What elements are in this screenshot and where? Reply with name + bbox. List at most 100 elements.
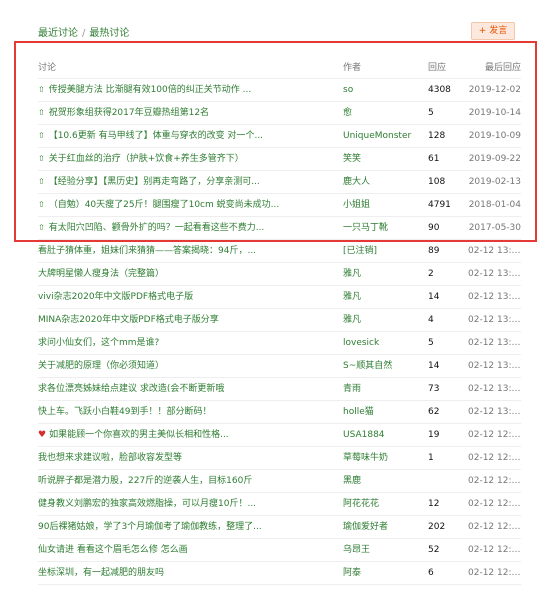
topic-title-cell: ⇧ 祝贺形象组获得2017年豆瓣热组第12名 <box>38 102 334 124</box>
tab-hot-discussions[interactable]: 最热讨论 <box>89 28 129 39</box>
topic-link[interactable]: 听说胖子都是潜力股，227斤的逆袭人生，目标160斤 <box>38 476 252 486</box>
last-reply-time: 02-12 13:01 <box>468 407 521 417</box>
pin-icon: ⇧ <box>38 131 45 140</box>
column-header-last-reply: 最后回应 <box>484 63 521 73</box>
topic-link[interactable]: 快上车。飞跃小白鞋49到手！！部分断码！ <box>38 407 211 417</box>
topic-title-cell: ⇧ 有太阳穴凹陷、颧骨外扩的吗？一起看看这些不费力... <box>38 217 334 239</box>
topic-link[interactable]: 大牌明星懒人瘦身法（完整篇） <box>38 269 164 279</box>
author-link[interactable]: 草莓味牛奶 <box>343 447 423 469</box>
topic-link[interactable]: 看肚子猜体重，姐妹们来猜猜——答案揭晓：94斤，... <box>38 246 256 256</box>
topic-link[interactable]: 求各位漂亮姊妹给点建议 求改造(会不断更新哦 <box>38 384 224 394</box>
topic-link[interactable]: 健身教义刘鹏宏的独家高效燃脂操，可以月瘦10斤！... <box>38 499 256 509</box>
table-row: 坐标深圳，有一起减肥的朋友吗 阿泰 6 02-12 12:25 <box>38 562 521 585</box>
author-link[interactable]: [已注销] <box>343 240 423 262</box>
author-link[interactable]: lovesick <box>343 332 423 354</box>
pin-icon: ⇧ <box>38 177 45 186</box>
author-link[interactable]: 一只马丁靴 <box>343 217 423 239</box>
reply-count: 90 <box>428 223 440 233</box>
author-link[interactable]: 阿泰 <box>343 562 423 584</box>
table-row: 求问小仙女们，这个mm是谁? lovesick 5 02-12 13:34 <box>38 332 521 355</box>
last-reply-time: 02-12 12:32 <box>468 522 521 532</box>
topic-link[interactable]: 关于红血丝的治疗（护肤+饮食+养生多管齐下） <box>49 154 244 164</box>
topic-link[interactable]: 坐标深圳，有一起减肥的朋友吗 <box>38 568 164 578</box>
author-link[interactable]: 笑笑 <box>343 148 423 170</box>
topic-link[interactable]: MINA杂志2020年中文版PDF格式电子版分享 <box>38 315 219 325</box>
topic-title-cell: 看肚子猜体重，姐妹们来猜猜——答案揭晓：94斤，... <box>38 240 334 262</box>
topic-link[interactable]: 【经验分享】【黑历史】别再走弯路了，分享亲测可... <box>49 177 260 187</box>
last-reply-time: 2019-12-02 <box>468 85 521 95</box>
author-link[interactable]: 雅凡 <box>343 309 423 331</box>
topic-link[interactable]: 仙女请进 看看这个眉毛怎么修 怎么画 <box>38 545 188 555</box>
pin-icon: ⇧ <box>38 154 45 163</box>
author-link[interactable]: 阿花花花 <box>343 493 423 515</box>
last-reply-time: 02-12 12:25 <box>468 568 521 578</box>
last-reply-time: 02-12 13:11 <box>468 361 521 371</box>
topic-link[interactable]: 如果能顾一个你喜欢的男主美似长相和性格... <box>49 430 229 440</box>
author-link[interactable]: S~顺其自然 <box>343 355 423 377</box>
topic-link[interactable]: 祝贺形象组获得2017年豆瓣热组第12名 <box>49 108 209 118</box>
last-reply-time: 2019-02-13 <box>468 177 521 187</box>
author-link[interactable]: 青雨 <box>343 378 423 400</box>
pinned-table-row: ⇧ 传授美腿方法 比渐腿有效100倍的纠正关节动作 ... so 4308 2019-1… <box>38 79 521 102</box>
pin-icon: ⇧ <box>38 85 45 94</box>
reply-count: 4791 <box>428 200 451 210</box>
table-row: 大牌明星懒人瘦身法（完整篇） 雅凡 2 02-12 13:39 <box>38 263 521 286</box>
table-row: ♥ 如果能顾一个你喜欢的男主美似长相和性格... USA1884 19 02-12 12… <box>38 424 521 447</box>
table-row: 关于减肥的原理（你必须知道） S~顺其自然 14 02-12 13:11 <box>38 355 521 378</box>
reply-count: 89 <box>428 246 440 256</box>
pinned-table-row: ⇧ 有太阳穴凹陷、颧骨外扩的吗？一起看看这些不费力... 一只马丁靴 90 2017-0… <box>38 217 521 240</box>
author-link[interactable]: 瑜伽爱好者 <box>343 516 423 538</box>
last-reply-time: 02-12 13:04 <box>468 384 521 394</box>
last-reply-time: 02-12 13:34 <box>468 338 521 348</box>
table-row: 听说胖子都是潜力股，227斤的逆袭人生，目标160斤 黑鹿 02-12 12:35 <box>38 470 521 493</box>
tab-recent-discussions[interactable]: 最近讨论 <box>38 28 78 39</box>
last-reply-time: 02-12 12:38 <box>468 453 521 463</box>
table-row: 90后裸猪姑娘，学了3个月瑜伽考了瑜伽教练，整理了... 瑜伽爱好者 202 02-1… <box>38 516 521 539</box>
column-header-topic: 讨论 <box>38 63 57 73</box>
pinned-table-row: ⇧ 祝贺形象组获得2017年豆瓣热组第12名 愈 5 2019-10-14 <box>38 102 521 125</box>
topic-title-cell: 求各位漂亮姊妹给点建议 求改造(会不断更新哦 <box>38 378 334 400</box>
topic-title-cell: 坐标深圳，有一起减肥的朋友吗 <box>38 562 334 584</box>
topic-link[interactable]: 【10.6更新 有马甲线了】体重与穿衣的改变 对一个... <box>49 131 263 141</box>
author-link[interactable]: holle猫 <box>343 401 423 423</box>
reply-count: 6 <box>428 568 434 578</box>
post-button[interactable]: + 发言 <box>471 22 515 40</box>
topic-title-cell: 关于减肥的原理（你必须知道） <box>38 355 334 377</box>
pin-icon: ⇧ <box>38 108 45 117</box>
topic-link[interactable]: （自勉）40天瘦了25斤！腿围瘦了10cm 蜕变尚未成功... <box>49 200 280 210</box>
author-link[interactable]: 小姐姐 <box>343 194 423 216</box>
author-link[interactable]: USA1884 <box>343 424 423 446</box>
discussion-header: 最近讨论 / 最热讨论 + 发言 <box>38 22 515 40</box>
reply-count: 14 <box>428 361 440 371</box>
topic-title-cell: ⇧ 【10.6更新 有马甲线了】体重与穿衣的改变 对一个... <box>38 125 334 147</box>
topic-title-cell: 快上车。飞跃小白鞋49到手！！部分断码！ <box>38 401 334 423</box>
column-header-author: 作者 <box>343 63 362 73</box>
topic-title-cell: ⇧ 【经验分享】【黑历史】别再走弯路了，分享亲测可... <box>38 171 334 193</box>
author-link[interactable]: UniqueMonster <box>343 125 423 147</box>
author-link[interactable]: so <box>343 79 423 101</box>
topic-link[interactable]: 90后裸猪姑娘，学了3个月瑜伽考了瑜伽教练，整理了... <box>38 522 262 532</box>
last-reply-time: 2019-10-14 <box>468 108 521 118</box>
topic-link[interactable]: 求问小仙女们，这个mm是谁? <box>38 338 159 348</box>
topic-link[interactable]: 有太阳穴凹陷、颧骨外扩的吗？一起看看这些不费力... <box>49 223 265 233</box>
topic-link[interactable]: vivi杂志2020年中文版PDF格式电子版 <box>38 292 193 302</box>
topic-link[interactable]: 我也想来求建议啦，脸部收容发型等 <box>38 453 182 463</box>
topic-title-cell: ⇧ 传授美腿方法 比渐腿有效100倍的纠正关节动作 ... <box>38 79 334 101</box>
author-link[interactable]: 雅凡 <box>343 286 423 308</box>
discussion-table: 讨论 作者 回应 最后回应 ⇧ 传授美腿方法 比渐腿有效100倍的纠正关节动作 .… <box>38 58 521 585</box>
topic-title-cell: MINA杂志2020年中文版PDF格式电子版分享 <box>38 309 334 331</box>
topic-link[interactable]: 传授美腿方法 比渐腿有效100倍的纠正关节动作 ... <box>49 85 251 95</box>
last-reply-time: 02-12 13:39 <box>468 315 521 325</box>
reply-count: 4308 <box>428 85 451 95</box>
author-link[interactable]: 雅凡 <box>343 263 423 285</box>
pinned-rows: ⇧ 传授美腿方法 比渐腿有效100倍的纠正关节动作 ... so 4308 2019-1… <box>38 79 521 240</box>
author-link[interactable]: 愈 <box>343 102 423 124</box>
author-link[interactable]: 乌昂王 <box>343 539 423 561</box>
author-link[interactable]: 鹿大人 <box>343 171 423 193</box>
column-header-replies: 回应 <box>428 63 447 73</box>
last-reply-time: 02-12 13:39 <box>468 269 521 279</box>
last-reply-time: 02-12 12:33 <box>468 499 521 509</box>
author-link[interactable]: 黑鹿 <box>343 470 423 492</box>
topic-link[interactable]: 关于减肥的原理（你必须知道） <box>38 361 164 371</box>
table-row: 求各位漂亮姊妹给点建议 求改造(会不断更新哦 青雨 73 02-12 13:04 <box>38 378 521 401</box>
